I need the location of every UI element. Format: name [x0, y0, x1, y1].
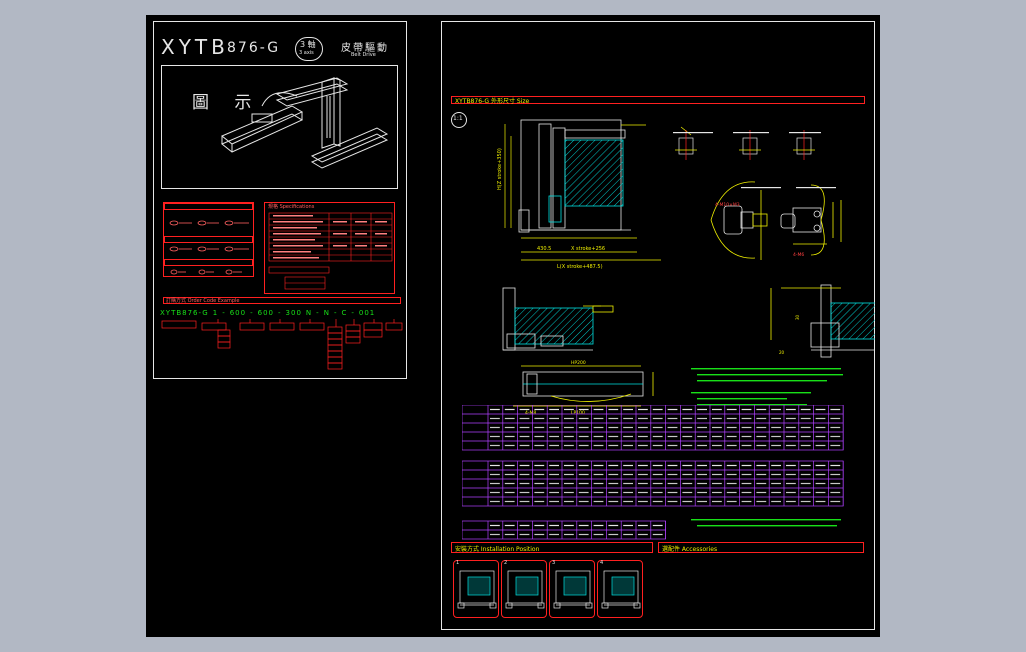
dimension-header-bar: XYTB876-G 外形尺寸 Size	[451, 96, 865, 105]
drawing-sheet: XYTB 876-G 3 軸 3 axis 皮帶驅動 Belt Drive 圖 …	[146, 15, 880, 637]
order-code-part: 001	[358, 309, 376, 317]
order-code-part: -	[278, 309, 282, 317]
accessories-header-bar: 選配件 Accessories	[658, 542, 864, 553]
spec-table-grid	[268, 212, 393, 290]
model-main: XYTB	[161, 35, 229, 59]
axis-badge-top: 3 軸	[300, 40, 316, 49]
order-code-tree	[161, 319, 403, 370]
notes-block	[691, 368, 843, 406]
motor-detail-right	[780, 184, 842, 256]
order-code-part: C	[341, 309, 348, 317]
accessories-header: 選配件 Accessories	[662, 546, 718, 553]
install-header-bar: 安裝方式 Installation Position	[451, 542, 653, 553]
title-block: XYTB 876-G 3 軸 3 axis 皮帶驅動 Belt Drive	[161, 35, 401, 63]
install-header: 安裝方式 Installation Position	[455, 546, 540, 553]
gantry-illustration	[221, 77, 389, 169]
order-code-part: N	[323, 309, 330, 317]
order-code-part: -	[222, 309, 226, 317]
order-code-part: -	[351, 309, 355, 317]
axis-badge-bottom: 3 axis	[299, 50, 314, 56]
bottom-view	[513, 365, 654, 407]
order-code-part: -	[316, 309, 320, 317]
install-position-sketch	[457, 570, 497, 609]
top-view	[518, 119, 631, 233]
install-position-3: 3	[549, 560, 595, 618]
end-view	[770, 284, 875, 358]
side-view	[502, 287, 614, 351]
order-code-part: 600	[257, 309, 274, 317]
dimension-header: XYTB876-G 外形尺寸 Size	[455, 98, 530, 105]
table-note	[691, 519, 841, 527]
install-position-sketch	[553, 570, 593, 609]
l-label: L(X stroke+487.5)	[557, 264, 603, 270]
section-details	[675, 130, 815, 160]
spec-left-symbols	[169, 220, 249, 275]
order-header-bar: 訂購方式 Order Code Example	[163, 297, 401, 304]
drive-en: Belt Drive	[351, 52, 376, 58]
motor-detail-left	[710, 181, 768, 260]
h-label: H(Z stroke+350)	[497, 148, 503, 190]
order-code-part: 1	[212, 309, 219, 317]
order-code-part: XYTB876-G	[160, 309, 209, 317]
dim-30: 30	[795, 314, 800, 320]
install-positions: 1 2 3 4	[453, 560, 653, 620]
hole-label-2: 4-M6	[793, 252, 804, 258]
axis-badge: 3 軸 3 axis	[295, 37, 323, 61]
install-position-2: 2	[501, 560, 547, 618]
order-code-part: -	[250, 309, 254, 317]
install-position-sketch	[505, 570, 545, 609]
spec-box-left	[163, 202, 254, 277]
hp-label: HP200	[571, 360, 586, 366]
dim-20: 20	[779, 350, 785, 355]
dimension-drawing: H(Z stroke+350) 430.5 X stroke+256 L(X s…	[497, 119, 875, 416]
install-position-4: 4	[597, 560, 643, 618]
hole-label: 4-M10×M3	[715, 202, 740, 208]
install-position-sketch	[601, 570, 641, 609]
install-position-1: 1	[453, 560, 499, 618]
order-code-part: 600	[229, 309, 247, 317]
x-label: X stroke+256	[571, 246, 605, 252]
model-sub: 876-G	[227, 40, 281, 56]
order-code-part: 300	[285, 309, 302, 317]
dim-430: 430.5	[537, 246, 551, 252]
order-header: 訂購方式 Order Code Example	[166, 298, 240, 304]
illustration-box: 圖 示	[161, 65, 398, 189]
order-code-part: N	[305, 309, 313, 317]
order-code-row: XYTB876-G 1-600-600-300 N - N - C -001	[160, 309, 400, 319]
spec-table-box: 規格 Specifications	[264, 202, 395, 294]
order-code-part: -	[333, 309, 338, 317]
